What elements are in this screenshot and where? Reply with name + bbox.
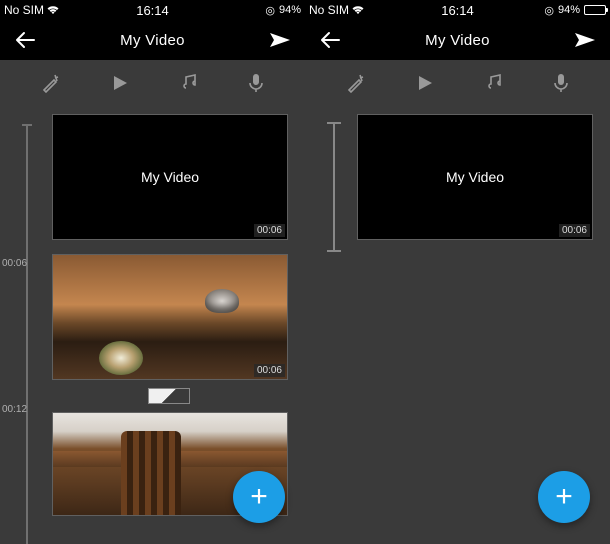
back-icon[interactable] bbox=[14, 31, 36, 49]
timeline-ruler bbox=[26, 124, 28, 544]
header-bar: My Video bbox=[0, 20, 305, 60]
microphone-icon[interactable] bbox=[553, 73, 569, 93]
microphone-icon[interactable] bbox=[248, 73, 264, 93]
thumbnail-object bbox=[205, 289, 239, 313]
right-screenshot: No SIM 16:14 ◎ 94% My Video My Video 00:… bbox=[305, 0, 610, 541]
add-clip-button[interactable]: + bbox=[538, 471, 590, 523]
magic-wand-icon[interactable] bbox=[346, 73, 366, 93]
plus-icon: + bbox=[555, 482, 573, 512]
video-clip-1[interactable]: 00:06 bbox=[52, 254, 288, 380]
status-bar: No SIM 16:14 ◎ 94% bbox=[0, 0, 305, 20]
battery-circle-icon: ◎ bbox=[544, 4, 554, 17]
page-title: My Video bbox=[425, 32, 490, 49]
send-icon[interactable] bbox=[574, 31, 596, 49]
back-icon[interactable] bbox=[319, 31, 341, 49]
battery-icon bbox=[584, 5, 606, 15]
time-label-1: 00:06 bbox=[2, 258, 27, 269]
music-icon[interactable] bbox=[180, 74, 198, 92]
status-time: 16:14 bbox=[136, 3, 169, 18]
play-icon[interactable] bbox=[416, 74, 434, 92]
transition-icon[interactable] bbox=[148, 388, 190, 404]
add-clip-button[interactable]: + bbox=[233, 471, 285, 523]
status-bar: No SIM 16:14 ◎ 94% bbox=[305, 0, 610, 20]
plus-icon: + bbox=[250, 482, 268, 512]
wifi-icon bbox=[351, 5, 365, 15]
clip-duration: 00:06 bbox=[254, 364, 285, 377]
thumbnail-object bbox=[121, 431, 181, 516]
time-label-2: 00:12 bbox=[2, 404, 27, 415]
status-right: ◎ 94% bbox=[544, 4, 606, 17]
page-title: My Video bbox=[120, 32, 185, 49]
music-icon[interactable] bbox=[485, 74, 503, 92]
wifi-icon bbox=[46, 5, 60, 15]
title-clip-label: My Video bbox=[141, 169, 199, 185]
status-time: 16:14 bbox=[441, 3, 474, 18]
send-icon[interactable] bbox=[269, 31, 291, 49]
toolbar bbox=[0, 60, 305, 106]
play-icon[interactable] bbox=[111, 74, 129, 92]
status-left: No SIM bbox=[309, 3, 365, 17]
title-clip[interactable]: My Video 00:06 bbox=[357, 114, 593, 240]
battery-percent: 94% bbox=[558, 4, 580, 16]
thumbnail-object bbox=[99, 341, 143, 375]
title-clip[interactable]: My Video 00:06 bbox=[52, 114, 288, 240]
status-left: No SIM bbox=[4, 3, 60, 17]
clip-duration: 00:06 bbox=[254, 224, 285, 237]
battery-circle-icon: ◎ bbox=[265, 4, 275, 17]
title-clip-label: My Video bbox=[446, 169, 504, 185]
selection-bracket[interactable] bbox=[327, 122, 341, 252]
status-right: ◎ 94% bbox=[265, 4, 301, 17]
left-screenshot: No SIM 16:14 ◎ 94% My Video 00:06 00:12 … bbox=[0, 0, 305, 541]
battery-percent: 94% bbox=[279, 4, 301, 16]
carrier-text: No SIM bbox=[309, 3, 349, 17]
magic-wand-icon[interactable] bbox=[41, 73, 61, 93]
clip-duration: 00:06 bbox=[559, 224, 590, 237]
toolbar bbox=[305, 60, 610, 106]
header-bar: My Video bbox=[305, 20, 610, 60]
carrier-text: No SIM bbox=[4, 3, 44, 17]
